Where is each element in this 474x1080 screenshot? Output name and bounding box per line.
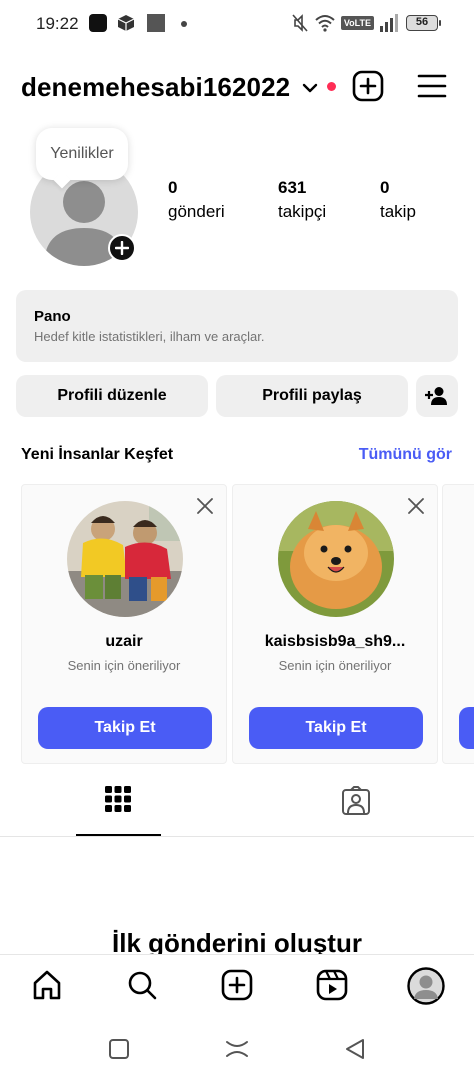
battery-indicator: 56 <box>406 15 441 31</box>
box-notification-icon <box>117 15 135 31</box>
suggested-user-photo[interactable] <box>67 501 183 617</box>
whats-new-tooltip[interactable]: Yenilikler <box>36 128 128 180</box>
plus-icon <box>115 241 129 255</box>
followers-stat[interactable]: 631 takipçi <box>278 178 326 222</box>
create-post-button[interactable] <box>352 70 384 102</box>
followers-label: takipçi <box>278 202 327 221</box>
add-person-icon <box>425 387 447 405</box>
profile-header: denemehesabi162022 <box>0 62 474 112</box>
home-gesture-icon[interactable] <box>225 1038 249 1060</box>
kids-photo <box>67 501 183 617</box>
mute-icon <box>292 14 308 32</box>
dog-photo <box>278 501 394 617</box>
follow-button-partial[interactable] <box>459 707 474 749</box>
status-bar: 19:22 VoLTE 56 <box>0 0 474 50</box>
close-icon[interactable] <box>196 497 214 515</box>
tagged-posts-tab-icon[interactable] <box>341 786 371 816</box>
status-time: 19:22 <box>36 14 79 33</box>
professional-dashboard[interactable]: Pano Hedef kitle istatistikleri, ilham v… <box>16 290 458 362</box>
suggestion-card: kaisbsisb9a_sh9... Senin için öneriliyor… <box>232 484 438 764</box>
share-profile-button[interactable]: Profili paylaş <box>216 375 408 417</box>
following-stat[interactable]: 0 takip <box>380 178 416 222</box>
more-notifications-dot <box>181 21 187 27</box>
menu-icon[interactable] <box>416 70 448 102</box>
discover-people-button[interactable] <box>416 375 458 417</box>
reels-icon[interactable] <box>316 969 348 1001</box>
back-icon[interactable] <box>344 1038 366 1060</box>
volte-badge: VoLTE <box>340 16 374 30</box>
system-navigation-bar <box>0 1018 474 1080</box>
edit-profile-button[interactable]: Profili düzenle <box>16 375 208 417</box>
signal-icon <box>380 14 398 32</box>
close-icon[interactable] <box>407 497 425 515</box>
suggested-user-photo[interactable] <box>278 501 394 617</box>
follow-button[interactable]: Takip Et <box>38 707 212 749</box>
dashboard-title: Pano <box>34 308 71 325</box>
status-indicators: VoLTE 56 <box>291 13 441 33</box>
search-icon[interactable] <box>126 969 158 1001</box>
posts-label: gönderi <box>168 202 225 221</box>
suggestion-card-partial[interactable] <box>442 484 474 764</box>
follow-label: Takip Et <box>305 719 367 736</box>
discover-people-title: Yeni İnsanlar Keşfet <box>21 446 174 463</box>
tabs-divider <box>0 836 474 837</box>
wifi-icon <box>315 15 335 32</box>
image-notification-icon <box>147 14 165 32</box>
follow-button[interactable]: Takip Et <box>249 707 423 749</box>
chevron-down-icon[interactable] <box>300 78 320 98</box>
username-switcher[interactable]: denemehesabi162022 <box>21 72 290 103</box>
suggestion-reason: Senin için öneriliyor <box>278 658 392 673</box>
posts-count: 0 <box>168 178 178 197</box>
new-post-icon[interactable] <box>221 969 253 1001</box>
add-story-button[interactable] <box>108 234 136 262</box>
posts-stat[interactable]: 0 gönderi <box>168 178 225 222</box>
notification-dot <box>327 82 336 91</box>
suggested-username: kaisbsisb9a_sh9... <box>264 633 406 650</box>
share-profile-label: Profili paylaş <box>262 387 362 404</box>
bottom-navigation <box>0 954 474 1018</box>
home-icon[interactable] <box>31 969 63 1001</box>
suggested-username: uzair <box>105 633 143 650</box>
tiktok-notification-icon <box>89 14 107 32</box>
suggestion-card: uzair Senin için öneriliyor Takip Et <box>21 484 227 764</box>
edit-profile-label: Profili düzenle <box>57 387 167 404</box>
grid-posts-tab-icon[interactable] <box>105 786 131 812</box>
following-label: takip <box>380 202 416 221</box>
recent-apps-icon[interactable] <box>108 1038 130 1060</box>
tooltip-text: Yenilikler <box>50 145 114 162</box>
followers-count: 631 <box>278 178 307 197</box>
follow-label: Takip Et <box>94 719 156 736</box>
following-count: 0 <box>380 178 390 197</box>
see-all-link[interactable]: Tümünü gör <box>359 446 452 464</box>
profile-nav-icon[interactable] <box>407 967 445 1005</box>
suggestion-reason: Senin için öneriliyor <box>67 658 181 673</box>
dashboard-subtitle: Hedef kitle istatistikleri, ilham ve ara… <box>34 329 265 344</box>
